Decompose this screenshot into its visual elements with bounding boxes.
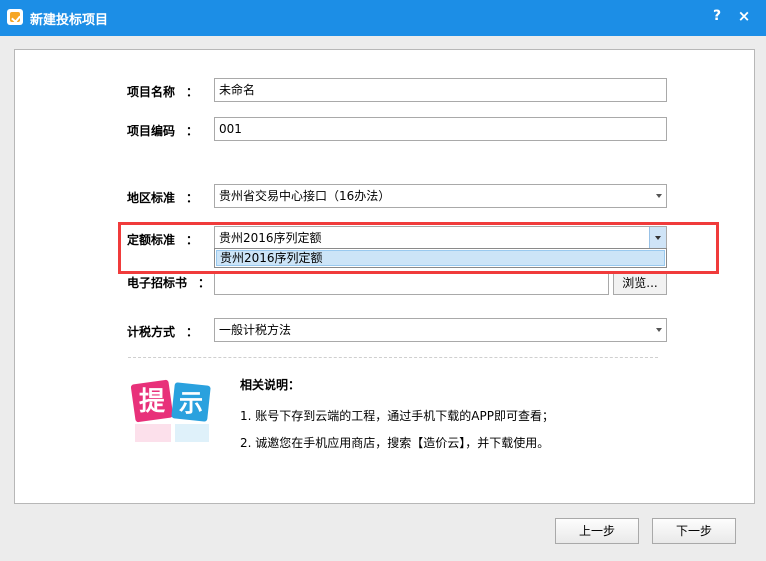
project-name-input[interactable]: 未命名	[214, 78, 667, 102]
window-title: 新建投标项目	[30, 13, 109, 28]
help-button[interactable]: ?	[710, 8, 724, 24]
tender-file-label: 电子招标书	[127, 276, 188, 290]
region-standard-colon: ：	[186, 191, 199, 205]
chevron-down-icon	[656, 328, 662, 332]
tender-file-input[interactable]	[214, 271, 609, 295]
project-code-label: 项目编码	[127, 124, 176, 138]
prev-step-button[interactable]: 上一步	[555, 518, 639, 544]
tax-method-label: 计税方式	[127, 325, 176, 339]
app-icon	[7, 9, 23, 25]
title-bar: 新建投标项目 ? ×	[0, 0, 766, 36]
notes-title: 相关说明：	[240, 378, 301, 392]
browse-button[interactable]: 浏览...	[613, 271, 667, 295]
project-name-label: 项目名称	[127, 85, 176, 99]
divider	[128, 357, 658, 358]
tip-char-1: 提	[139, 387, 166, 417]
project-code-input[interactable]: 001	[214, 117, 667, 141]
tip-icon: 提 示	[131, 379, 211, 442]
region-standard-select[interactable]: 贵州省交易中心接口（16办法）	[214, 184, 667, 208]
tax-method-select[interactable]: 一般计税方法	[214, 318, 667, 342]
project-code-colon: ：	[186, 124, 199, 138]
tax-method-value: 一般计税方法	[219, 323, 292, 337]
tax-method-colon: ：	[186, 325, 199, 339]
close-button[interactable]: ×	[737, 7, 751, 25]
note-item-2: 2. 诚邀您在手机应用商店，搜索【造价云】，并下载使用。	[240, 436, 550, 450]
region-standard-value: 贵州省交易中心接口（16办法）	[219, 189, 391, 203]
chevron-down-icon	[656, 194, 662, 198]
next-step-button[interactable]: 下一步	[652, 518, 736, 544]
tender-file-colon: ：	[198, 276, 211, 290]
project-name-colon: ：	[186, 85, 199, 99]
region-standard-label: 地区标准	[127, 191, 176, 205]
highlight-box	[118, 222, 719, 274]
tip-char-2: 示	[179, 389, 203, 417]
note-item-1: 1. 账号下存到云端的工程，通过手机下载的APP即可查看；	[240, 409, 554, 423]
